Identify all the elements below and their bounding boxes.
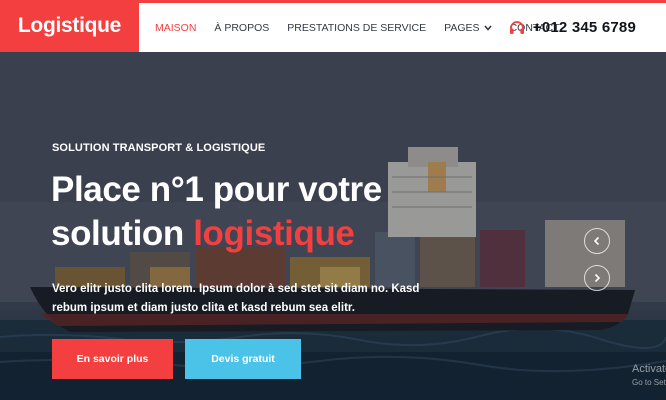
hero-title-line2: solution logistique	[51, 212, 471, 256]
carousel-prev-button[interactable]	[584, 228, 610, 254]
watermark-line1: Activate Windows	[632, 363, 666, 375]
watermark-line2: Go to Settings to activate Windows.	[632, 378, 666, 387]
free-quote-button[interactable]: Devis gratuit	[185, 339, 301, 379]
nav-item-label: À PROPOS	[214, 21, 270, 34]
nav-item-label: PRESTATIONS DE SERVICE	[287, 21, 427, 34]
windows-activation-watermark: Activate Windows Go to Settings to activ…	[632, 363, 666, 389]
learn-more-button[interactable]: En savoir plus	[52, 339, 173, 379]
hero-carousel: SOLUTION TRANSPORT & LOGISTIQUE Place n°…	[0, 52, 666, 400]
nav-item-maison[interactable]: MAISON	[146, 22, 205, 34]
phone-number: +012 345 6789	[532, 19, 636, 36]
nav-menu: MAISON À PROPOS PRESTATIONS DE SERVICE P…	[146, 3, 569, 52]
hero-description: Vero elitr justo clita lorem. Ipsum dolo…	[52, 283, 420, 314]
brand-name: Logistique	[17, 14, 122, 37]
hero-title-accent: logistique	[193, 214, 355, 253]
carousel-next-button[interactable]	[584, 265, 610, 291]
hero-title-plain: solution	[51, 214, 194, 253]
headphones-icon	[509, 20, 524, 34]
hero-title-line1: Place n°1 pour votre	[51, 170, 382, 209]
navbar: Logistique MAISON À PROPOS PRESTATIONS D…	[0, 0, 666, 52]
nav-item-a-propos[interactable]: À PROPOS	[205, 22, 278, 34]
chevron-right-icon	[594, 273, 601, 283]
hero-title: Place n°1 pour votre solution logistique	[51, 168, 471, 256]
nav-item-label: PAGES	[444, 21, 480, 34]
phone-contact[interactable]: +012 345 6789	[509, 3, 636, 52]
chevron-left-icon	[593, 236, 600, 246]
nav-item-label: MAISON	[155, 21, 197, 34]
hero-subtitle: SOLUTION TRANSPORT & LOGISTIQUE	[52, 142, 266, 154]
nav-item-pages[interactable]: PAGES	[435, 22, 500, 34]
nav-item-prestations[interactable]: PRESTATIONS DE SERVICE	[278, 22, 435, 34]
brand-logo[interactable]: Logistique	[0, 0, 139, 52]
chevron-down-icon	[483, 24, 492, 31]
